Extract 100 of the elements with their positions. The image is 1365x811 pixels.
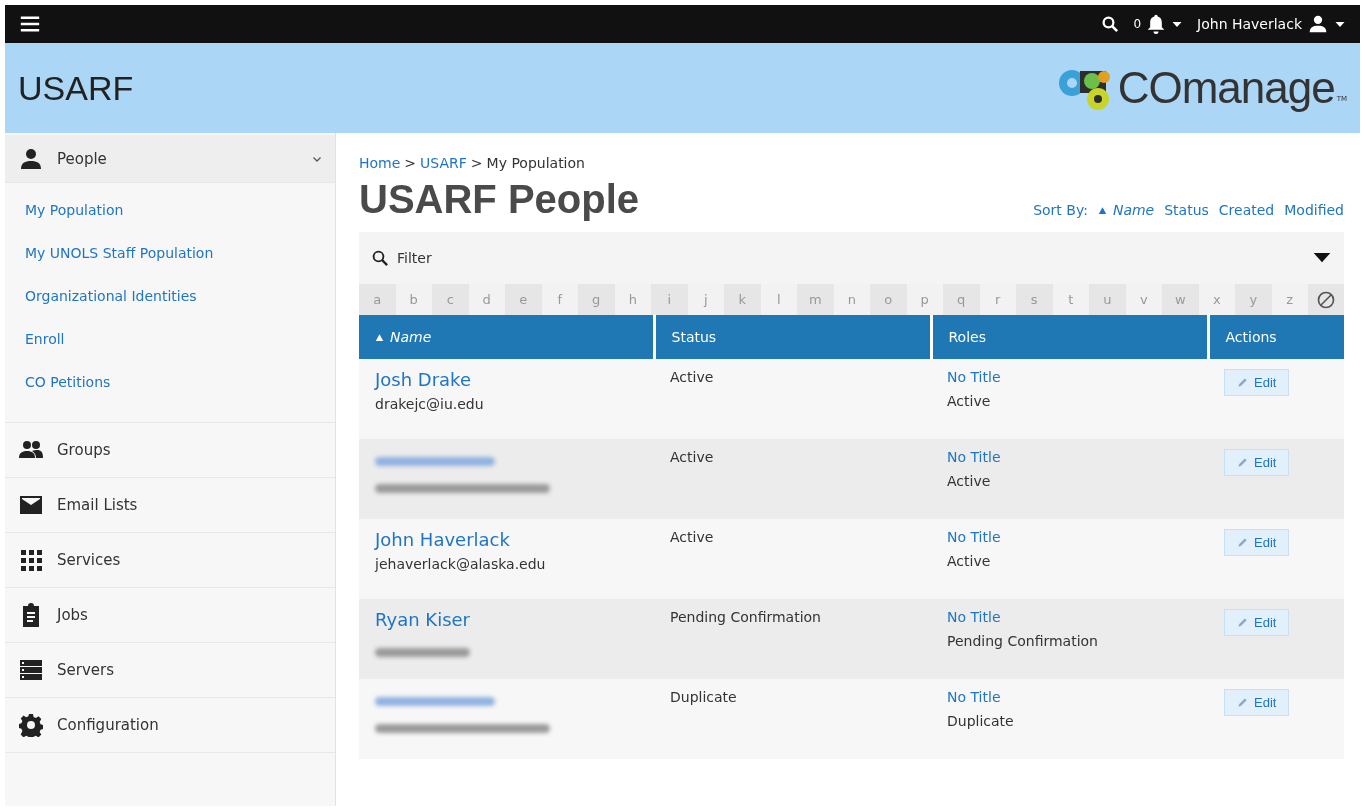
- letter-link[interactable]: g: [578, 284, 615, 315]
- role-status-text: Active: [947, 553, 992, 569]
- person-name-link[interactable]: Ryan Kiser: [375, 609, 470, 630]
- clear-icon: [1316, 289, 1336, 310]
- sort-link[interactable]: Modified: [1284, 202, 1344, 218]
- pencil-icon: [1237, 617, 1248, 628]
- letter-link[interactable]: f: [541, 284, 578, 315]
- email-text: drakejc@iu.edu: [375, 396, 485, 412]
- sort-up-icon: [1097, 205, 1107, 215]
- letter-link[interactable]: q: [943, 284, 980, 315]
- column-header[interactable]: Status: [654, 315, 931, 359]
- letter-link[interactable]: v: [1125, 284, 1162, 315]
- column-header[interactable]: Name: [359, 315, 654, 359]
- breadcrumb-current: My Population: [486, 155, 585, 171]
- pencil-icon: [1237, 457, 1248, 468]
- sidebar-item[interactable]: Servers: [5, 643, 335, 698]
- letter-link[interactable]: b: [395, 284, 432, 315]
- sidebar-link[interactable]: CO Petitions: [5, 361, 131, 404]
- sort-link[interactable]: Status: [1164, 202, 1209, 218]
- role-status-text: Active: [947, 473, 992, 489]
- letter-link[interactable]: t: [1052, 284, 1089, 315]
- logo-text: COmanage: [1117, 63, 1335, 113]
- sidebar-link[interactable]: Enroll: [5, 318, 85, 361]
- letter-link[interactable]: d: [468, 284, 505, 315]
- letter-link[interactable]: w: [1162, 284, 1199, 315]
- status-text: Active: [670, 529, 715, 545]
- edit-button[interactable]: Edit: [1224, 609, 1290, 636]
- column-header[interactable]: Actions: [1208, 315, 1344, 359]
- role-link[interactable]: No Title: [947, 449, 1001, 465]
- person-icon: [1307, 14, 1329, 34]
- email-text: jehaverlack@alaska.edu: [375, 556, 547, 572]
- role-link[interactable]: No Title: [947, 689, 1001, 705]
- sidebar-item[interactable]: Groups: [5, 423, 335, 478]
- person-name-link[interactable]: Josh Drake: [375, 369, 471, 390]
- person-icon: [19, 146, 43, 171]
- sort-up-icon: [375, 332, 384, 342]
- menu-icon: [19, 14, 41, 34]
- edit-button[interactable]: Edit: [1224, 689, 1290, 716]
- sidebar-item[interactable]: Services: [5, 533, 335, 588]
- sort-label: Sort By:: [1033, 202, 1088, 218]
- pencil-icon: [1237, 697, 1248, 708]
- sidebar-link[interactable]: My UNOLS Staff Population: [5, 232, 234, 275]
- letter-link[interactable]: s: [1016, 284, 1053, 315]
- pencil-icon: [1237, 377, 1248, 388]
- column-header[interactable]: Roles: [931, 315, 1208, 359]
- letter-link[interactable]: m: [797, 284, 834, 315]
- search-icon: [1101, 15, 1120, 33]
- letter-link[interactable]: l: [760, 284, 797, 315]
- notifications-button[interactable]: 0: [1133, 14, 1184, 34]
- sidebar-item[interactable]: Email Lists: [5, 478, 335, 533]
- person-name-link[interactable]: John Haverlack: [375, 529, 510, 550]
- status-text: Active: [670, 369, 715, 385]
- letter-link[interactable]: n: [833, 284, 870, 315]
- breadcrumb-link[interactable]: USARF: [420, 155, 467, 171]
- gear-icon: [19, 713, 43, 737]
- letter-link[interactable]: u: [1089, 284, 1126, 315]
- letter-link[interactable]: y: [1235, 284, 1272, 315]
- letter-link[interactable]: r: [979, 284, 1016, 315]
- server-icon: [19, 658, 43, 682]
- search-icon: [371, 249, 389, 267]
- role-link[interactable]: No Title: [947, 369, 1001, 385]
- breadcrumb-separator: >: [470, 155, 483, 171]
- role-link[interactable]: No Title: [947, 609, 1001, 625]
- role-status-text: Duplicate: [947, 713, 1015, 729]
- menu-button[interactable]: [19, 14, 41, 34]
- sidebar-link[interactable]: Organizational Identities: [5, 275, 217, 318]
- bell-icon: [1146, 14, 1167, 34]
- letter-link[interactable]: h: [614, 284, 651, 315]
- grid-icon: [19, 548, 43, 572]
- edit-button[interactable]: Edit: [1224, 449, 1290, 476]
- role-link[interactable]: No Title: [947, 529, 1001, 545]
- sidebar-item[interactable]: People: [5, 135, 335, 183]
- letter-link[interactable]: i: [651, 284, 688, 315]
- letter-link[interactable]: x: [1198, 284, 1235, 315]
- breadcrumb-link[interactable]: Home: [359, 155, 401, 171]
- envelope-icon: [19, 493, 43, 517]
- sidebar-item[interactable]: Configuration: [5, 698, 335, 753]
- search-button[interactable]: [1101, 15, 1120, 33]
- letter-link[interactable]: k: [724, 284, 761, 315]
- letter-link[interactable]: a: [359, 284, 396, 315]
- edit-button[interactable]: Edit: [1224, 529, 1290, 556]
- role-status-text: Active: [947, 393, 992, 409]
- sort-link[interactable]: Name: [1097, 202, 1155, 218]
- sidebar-link[interactable]: My Population: [5, 189, 144, 232]
- site-title: USARF: [18, 68, 134, 108]
- status-text: Pending Confirmation: [670, 609, 822, 625]
- sort-link[interactable]: Created: [1218, 202, 1275, 218]
- letter-link[interactable]: p: [906, 284, 943, 315]
- filter-bar[interactable]: Filter: [359, 232, 1344, 284]
- letter-link[interactable]: c: [432, 284, 469, 315]
- pencil-icon: [1237, 537, 1248, 548]
- sidebar-item[interactable]: Jobs: [5, 588, 335, 643]
- letter-link[interactable]: z: [1271, 284, 1308, 315]
- status-text: Duplicate: [670, 689, 738, 705]
- user-menu-button[interactable]: John Haverlack: [1197, 14, 1346, 34]
- page-title: USARF People: [359, 177, 640, 222]
- letter-link[interactable]: e: [505, 284, 542, 315]
- letter-link[interactable]: o: [870, 284, 907, 315]
- edit-button[interactable]: Edit: [1224, 369, 1290, 396]
- letter-link[interactable]: j: [687, 284, 724, 315]
